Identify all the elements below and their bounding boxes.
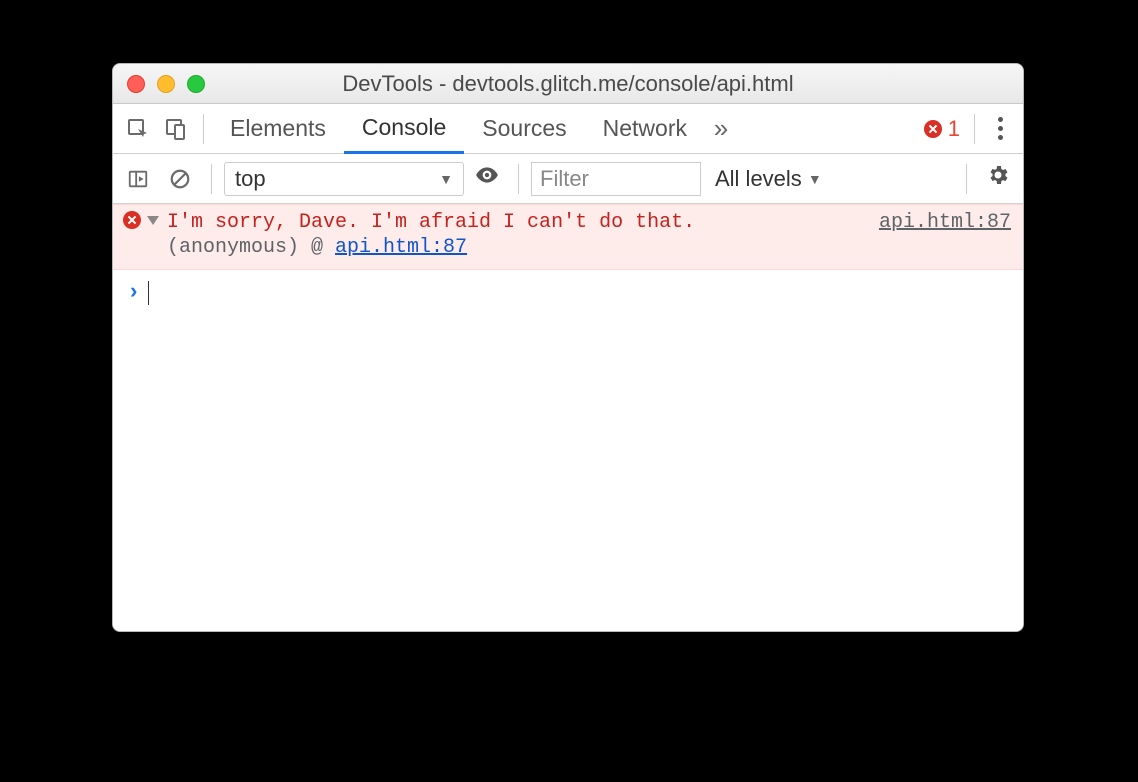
context-selector-label: top: [235, 166, 266, 192]
window-title: DevTools - devtools.glitch.me/console/ap…: [113, 71, 1023, 97]
log-levels-label: All levels: [715, 166, 802, 192]
error-stack: (anonymous) @ api.html:87: [167, 236, 1011, 259]
error-text: I'm sorry, Dave. I'm afraid I can't do t…: [167, 211, 695, 234]
error-count: 1: [948, 116, 960, 142]
error-icon: [123, 211, 141, 229]
console-error-message[interactable]: I'm sorry, Dave. I'm afraid I can't do t…: [113, 204, 1023, 270]
filter-input[interactable]: [531, 162, 701, 196]
window-minimize-button[interactable]: [157, 75, 175, 93]
inspect-icon[interactable]: [119, 110, 157, 148]
tabs-overflow-icon[interactable]: »: [705, 113, 737, 144]
main-toolbar: Elements Console Sources Network » 1: [113, 104, 1023, 154]
tab-sources[interactable]: Sources: [464, 104, 584, 153]
toolbar-divider: [974, 114, 975, 144]
console-sidebar-toggle-icon[interactable]: [119, 160, 157, 198]
toolbar-divider: [211, 164, 212, 194]
prompt-chevron-icon: ›: [127, 280, 140, 305]
stack-frame-link[interactable]: api.html:87: [335, 236, 467, 259]
window-zoom-button[interactable]: [187, 75, 205, 93]
toolbar-divider: [518, 164, 519, 194]
chevron-down-icon: ▼: [808, 171, 822, 187]
live-expression-icon[interactable]: [468, 162, 506, 195]
tab-elements[interactable]: Elements: [212, 104, 344, 153]
device-toolbar-icon[interactable]: [157, 110, 195, 148]
toolbar-divider: [966, 164, 967, 194]
context-selector[interactable]: top ▼: [224, 162, 464, 196]
clear-console-icon[interactable]: [161, 160, 199, 198]
traffic-lights: [127, 75, 205, 93]
titlebar: DevTools - devtools.glitch.me/console/ap…: [113, 64, 1023, 104]
devtools-window: DevTools - devtools.glitch.me/console/ap…: [112, 63, 1024, 632]
tab-console[interactable]: Console: [344, 105, 464, 154]
stack-frame-prefix: (anonymous) @: [167, 236, 335, 259]
error-source-link[interactable]: api.html:87: [879, 211, 1011, 234]
window-close-button[interactable]: [127, 75, 145, 93]
tab-network[interactable]: Network: [585, 104, 705, 153]
console-prompt[interactable]: ›: [113, 270, 1023, 315]
console-filter-bar: top ▼ All levels ▼: [113, 154, 1023, 204]
error-count-badge[interactable]: 1: [924, 116, 960, 142]
console-settings-icon[interactable]: [979, 163, 1017, 194]
console-output: I'm sorry, Dave. I'm afraid I can't do t…: [113, 204, 1023, 631]
toolbar-divider: [203, 114, 204, 144]
more-menu-icon[interactable]: [983, 111, 1017, 146]
log-levels-selector[interactable]: All levels ▼: [715, 166, 822, 192]
text-caret: [148, 281, 149, 305]
chevron-down-icon: ▼: [439, 171, 453, 187]
disclosure-triangle-icon[interactable]: [147, 216, 159, 225]
error-icon: [924, 120, 942, 138]
panel-tabs: Elements Console Sources Network: [212, 104, 705, 153]
